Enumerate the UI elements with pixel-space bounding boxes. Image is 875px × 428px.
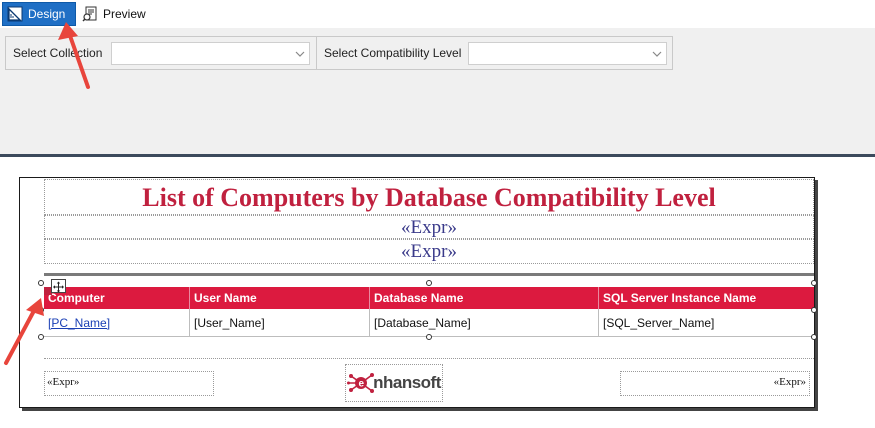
annotation-arrow-design — [58, 22, 90, 89]
annotation-arrow-table-handle — [4, 298, 44, 365]
annotation-arrows — [4, 22, 90, 365]
